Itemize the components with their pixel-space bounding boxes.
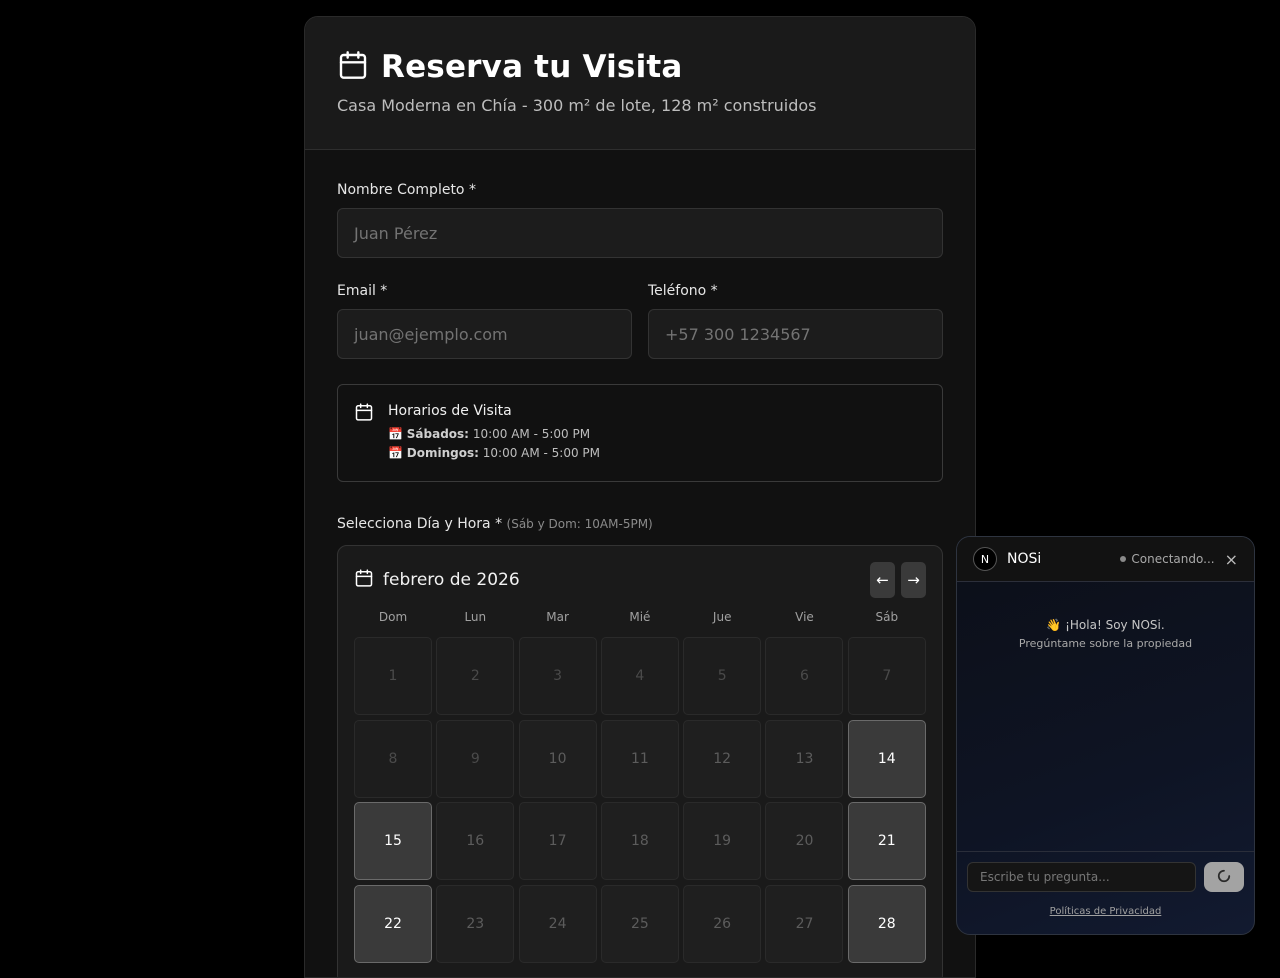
chat-status-text: Conectando... — [1131, 552, 1215, 566]
calendar-day: 5 — [683, 637, 762, 715]
name-label: Nombre Completo * — [337, 182, 476, 198]
send-button[interactable] — [1204, 862, 1244, 892]
status-dot-icon — [1120, 556, 1127, 562]
saturday-hours: 📅 Sábados: 10:00 AM - 5:00 PM — [388, 427, 600, 441]
calendar-day: 23 — [436, 884, 515, 963]
calendar-day: 13 — [765, 719, 844, 798]
calendar-day: 12 — [683, 719, 762, 798]
sunday-hours: 📅 Domingos: 10:00 AM - 5:00 PM — [388, 446, 600, 460]
sunday-label: Domingos: — [406, 446, 479, 460]
weekday-label: Vie — [795, 610, 814, 624]
weekday-label: Jue — [712, 610, 732, 624]
calendar-day: 17 — [518, 802, 597, 880]
calendar-day-available[interactable]: 28 — [847, 884, 926, 963]
sunday-time: 10:00 AM - 5:00 PM — [482, 446, 601, 460]
chat-title: NOSi — [1007, 551, 1042, 567]
calendar-day: 24 — [518, 884, 597, 963]
chat-greeting-sub: Pregúntame sobre la propiedad — [1018, 637, 1193, 650]
email-label: Email * — [337, 283, 388, 299]
weekday-label: Mié — [629, 610, 651, 624]
calendar-day-available[interactable]: 15 — [354, 802, 432, 880]
chat-status: Conectando... — [1120, 552, 1215, 566]
visit-schedule-box: Horarios de Visita 📅 Sábados: 10:00 AM -… — [337, 384, 943, 482]
weekday-label: Dom — [378, 610, 408, 624]
calendar-day: 19 — [683, 802, 762, 880]
calendar-emoji-icon: 📅 — [388, 427, 403, 441]
calendar-day: 20 — [765, 802, 844, 880]
select-date-text: Selecciona Día y Hora * — [337, 516, 503, 532]
close-icon[interactable]: × — [1225, 550, 1238, 569]
page-subtitle: Casa Moderna en Chía - 300 m² de lote, 1… — [337, 96, 817, 115]
calendar-day: 1 — [354, 637, 432, 715]
saturday-time: 10:00 AM - 5:00 PM — [472, 427, 591, 441]
phone-label: Teléfono * — [648, 283, 718, 299]
calendar-day: 11 — [600, 719, 679, 798]
weekday-label: Sáb — [875, 610, 899, 624]
calendar-day: 3 — [518, 637, 597, 715]
email-input[interactable]: juan@ejemplo.com — [337, 309, 632, 359]
chat-messages: 👋 ¡Hola! Soy NOSi. Pregúntame sobre la p… — [957, 582, 1254, 852]
calendar-day: 10 — [518, 719, 597, 798]
calendar-day: 25 — [600, 884, 679, 963]
calendar-icon — [354, 568, 374, 593]
calendar-day: 27 — [765, 884, 844, 963]
saturday-label: Sábados: — [406, 427, 469, 441]
chat-widget: N NOSi Conectando... × 👋 ¡Hola! Soy NOSi… — [956, 536, 1255, 935]
calendar-day: 9 — [436, 719, 515, 798]
spinner-icon — [1217, 868, 1231, 887]
calendar-day: 8 — [354, 719, 432, 798]
calendar-icon — [337, 49, 369, 85]
calendar-day: 26 — [683, 884, 762, 963]
weekday-label: Mar — [546, 610, 569, 624]
phone-input[interactable]: +57 300 1234567 — [648, 309, 943, 359]
calendar-day: 16 — [436, 802, 515, 880]
calendar-day: 6 — [765, 637, 844, 715]
calendar-day-available[interactable]: 22 — [354, 884, 432, 963]
prev-month-button[interactable]: ← — [870, 562, 895, 598]
chat-logo-icon: N — [973, 547, 997, 571]
calendar-day-available[interactable]: 21 — [847, 802, 926, 880]
privacy-link[interactable]: Políticas de Privacidad — [957, 906, 1254, 917]
schedule-title: Horarios de Visita — [388, 403, 512, 419]
calendar-day: 2 — [436, 637, 515, 715]
calendar-icon — [354, 402, 374, 465]
name-input[interactable]: Juan Pérez — [337, 208, 943, 258]
weekday-header: Dom Lun Mar Mié Jue Vie Sáb — [354, 610, 926, 628]
calendar-month-label: febrero de 2026 — [383, 570, 520, 590]
weekday-label: Lun — [464, 610, 487, 624]
calendar-day-available[interactable]: 14 — [847, 719, 926, 798]
select-date-label: Selecciona Día y Hora * (Sáb y Dom: 10AM… — [337, 516, 943, 532]
chat-greeting: 👋 ¡Hola! Soy NOSi. — [1046, 618, 1165, 632]
calendar-day: 7 — [847, 637, 926, 715]
chat-input[interactable]: Escribe tu pregunta... — [967, 862, 1196, 892]
card-header: Reserva tu Visita Casa Moderna en Chía -… — [305, 17, 975, 150]
booking-card: Reserva tu Visita Casa Moderna en Chía -… — [304, 16, 976, 978]
chat-header: N NOSi Conectando... × — [957, 537, 1254, 582]
next-month-button[interactable]: → — [901, 562, 926, 598]
day-grid: 1 2 3 4 5 6 7 8 9 10 11 12 13 14 15 16 17 18 19 20 21 22 23 24 2… — [354, 637, 926, 963]
date-calendar: febrero de 2026 ← → Dom Lun Mar Mié Jue Vie Sá… — [337, 545, 943, 977]
page-title: Reserva tu Visita — [381, 49, 683, 85]
calendar-day: 18 — [600, 802, 679, 880]
select-date-hint: (Sáb y Dom: 10AM-5PM) — [506, 517, 653, 531]
calendar-emoji-icon: 📅 — [388, 446, 403, 460]
calendar-day: 4 — [600, 637, 679, 715]
